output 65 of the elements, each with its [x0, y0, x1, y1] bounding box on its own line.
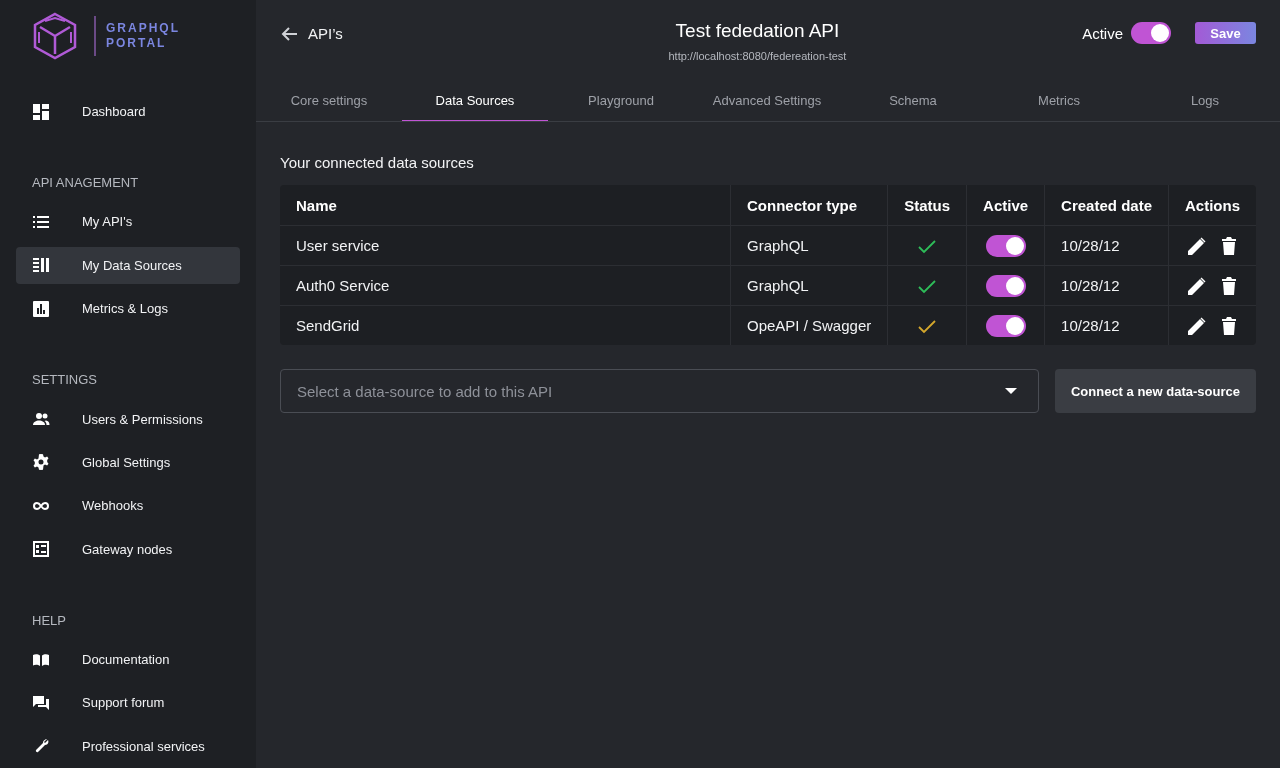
- section-title: Your connected data sources: [280, 154, 475, 171]
- cube-logo-icon: [32, 12, 78, 60]
- sidebar-item[interactable]: Webhooks: [16, 487, 240, 525]
- column-header: Name: [280, 185, 731, 226]
- sidebar-item[interactable]: Professional services: [16, 727, 240, 765]
- column-header: Created date: [1044, 185, 1169, 226]
- table-cell: GraphQL: [730, 225, 888, 266]
- table-cell: User service: [280, 225, 731, 266]
- delete-icon[interactable]: [1221, 235, 1238, 256]
- column-header: Actions: [1168, 185, 1256, 226]
- table-cell: 10/28/12: [1044, 225, 1169, 266]
- sidebar-item[interactable]: Global Settings: [16, 443, 240, 482]
- sidebar-item[interactable]: Support forum: [16, 684, 240, 722]
- active-label: Active: [1082, 24, 1123, 42]
- delete-icon[interactable]: [1221, 315, 1238, 336]
- tab[interactable]: Advanced Settings: [694, 86, 840, 121]
- dropdown-caret-icon: [1004, 388, 1017, 394]
- tab[interactable]: Core settings: [256, 86, 402, 121]
- edit-icon[interactable]: [1187, 275, 1208, 296]
- section-heading: SETTINGS: [31, 371, 98, 390]
- section-heading: HELP: [31, 611, 67, 630]
- back-arrow-icon: [280, 25, 298, 42]
- data-source-select[interactable]: Select a data-source to add to this API: [280, 369, 1039, 413]
- tab[interactable]: Logs: [1132, 86, 1278, 121]
- sidebar-item[interactable]: Documentation: [16, 640, 240, 679]
- section-heading: API ANAGEMENT: [31, 174, 140, 193]
- nodes-icon: [32, 540, 50, 559]
- active-toggle[interactable]: [985, 314, 1026, 337]
- sidebar-item[interactable]: Users & Permissions: [16, 400, 240, 438]
- page-title: Test fededation API: [675, 20, 840, 42]
- forum-icon: [32, 693, 50, 712]
- table-cell: SendGrid: [280, 305, 731, 345]
- table-cell: Auth0 Service: [280, 265, 731, 306]
- dashboard-icon: [32, 102, 50, 121]
- tab[interactable]: Data Sources: [402, 86, 548, 121]
- active-toggle[interactable]: [985, 234, 1026, 257]
- sidebar-item[interactable]: My API's: [16, 203, 240, 241]
- table-cell: OpeAPI / Swagger: [730, 305, 888, 345]
- sidebar-item[interactable]: Dashboard: [16, 92, 240, 131]
- sidebar-item[interactable]: Gateway nodes: [16, 530, 240, 568]
- api-url: http://localhost:8080/federeation-test: [668, 50, 847, 62]
- logo-text: PORTAL: [106, 36, 168, 51]
- column-header: Active: [966, 185, 1045, 226]
- column-header: Connector type: [730, 185, 888, 226]
- active-toggle[interactable]: [1131, 22, 1171, 44]
- sidebar-item[interactable]: Metrics & Logs: [16, 290, 240, 328]
- gear-icon: [32, 453, 50, 472]
- active-toggle[interactable]: [985, 274, 1026, 297]
- tab[interactable]: Schema: [840, 86, 986, 121]
- edit-icon[interactable]: [1187, 235, 1208, 256]
- delete-icon[interactable]: [1221, 275, 1238, 296]
- chart-icon: [32, 299, 50, 318]
- table-cell: 10/28/12: [1044, 265, 1169, 306]
- column-header: Status: [887, 185, 967, 226]
- logo-text: GRAPHQL: [106, 21, 180, 36]
- sidebar-item[interactable]: My Data Sources: [16, 246, 240, 284]
- tab[interactable]: Playground: [548, 86, 694, 121]
- table-cell: GraphQL: [730, 265, 888, 306]
- save-button[interactable]: Save: [1195, 22, 1256, 44]
- edit-icon[interactable]: [1187, 315, 1208, 336]
- connect-button[interactable]: Connect a new data-source: [1054, 369, 1256, 413]
- back-link[interactable]: API’s: [280, 25, 343, 42]
- sources-icon: [32, 256, 50, 275]
- tab[interactable]: Metrics: [986, 86, 1132, 121]
- table-cell: 10/28/12: [1044, 305, 1169, 345]
